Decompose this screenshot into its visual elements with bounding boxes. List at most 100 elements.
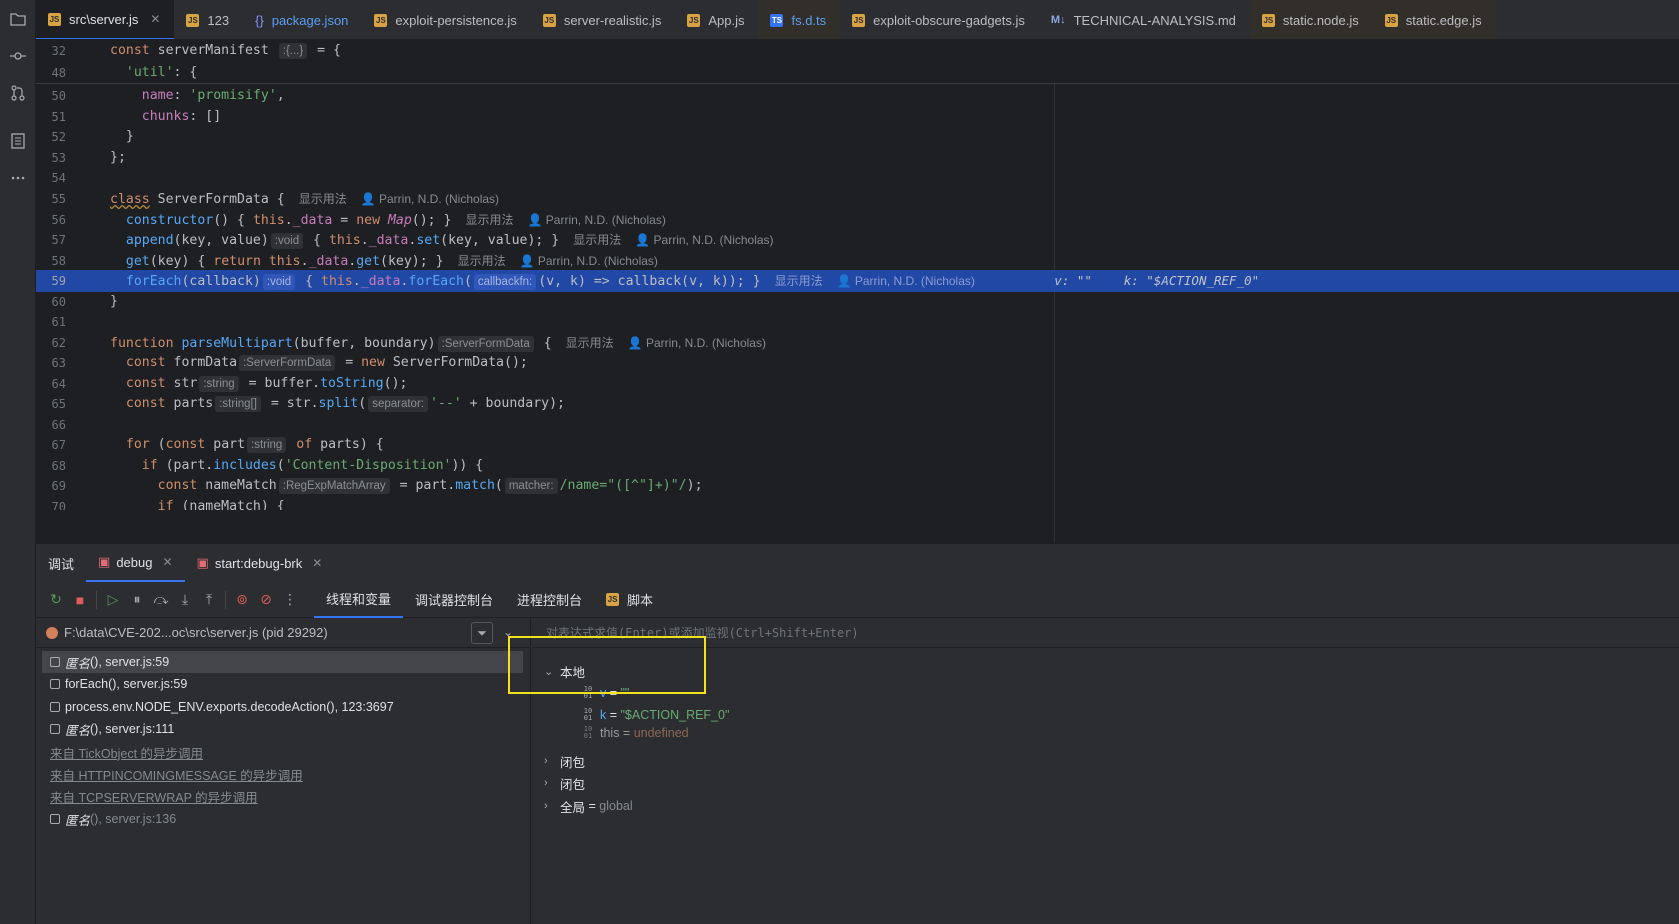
step-out-icon[interactable]: ⤒ [197,588,221,612]
author-lens[interactable]: 👤 Parrin, N.D. (Nicholas) [520,254,658,268]
stop-icon[interactable]: ■ [68,588,92,612]
tab-start-debug-brk[interactable]: ▣ start:debug-brk ✕ [185,544,335,582]
frame-location: (), server.js:59 [108,677,188,691]
resume-icon[interactable]: ▷ [101,588,125,612]
filter-icon[interactable]: ⏷ [471,622,493,644]
tab-package-json[interactable]: {} package.json [243,0,362,39]
tab-exploit-obscure-gadgets[interactable]: JS exploit-obscure-gadgets.js [840,0,1039,39]
code-line[interactable]: 54 [36,167,1679,189]
tab-debug-session[interactable]: ▣ debug ✕ [86,544,185,582]
code-token: { [305,233,329,248]
markdown-file-icon: M↓ [1050,13,1066,26]
stack-frame[interactable]: 匿名 (), server.js:111 [42,718,523,740]
code-line[interactable]: 67 for (const part:string of parts) { [36,434,1679,456]
code-line[interactable]: 68 if (part.includes('Content-Dispositio… [36,455,1679,477]
tab-exploit-persistence[interactable]: JS exploit-persistence.js [362,0,530,39]
tab-scripts[interactable]: JS 脚本 [594,582,665,618]
mute-breakpoints-icon[interactable]: ⊘ [254,588,278,612]
tab-static-node[interactable]: JS static.node.js [1249,0,1373,39]
code-line[interactable]: 60} [36,291,1679,313]
stack-frame[interactable]: 匿名 (), server.js:59 [42,651,523,673]
code-line[interactable]: 51 chunks: [] [36,106,1679,128]
tab-process-console[interactable]: 进程控制台 [505,582,594,618]
author-lens[interactable]: 👤 Parrin, N.D. (Nicholas) [361,192,499,206]
chevron-right-icon[interactable]: › [544,800,560,812]
tab-server-realistic[interactable]: JS server-realistic.js [531,0,676,39]
tab-server-js[interactable]: JS src\server.js ✕ [36,0,175,39]
close-icon[interactable]: ✕ [150,12,160,26]
usages-lens[interactable]: 显示用法 [299,192,347,206]
author-lens[interactable]: 👤 Parrin, N.D. (Nicholas) [635,233,773,247]
tab-static-edge[interactable]: JS static.edge.js [1372,0,1496,39]
author-lens[interactable]: 👤 Parrin, N.D. (Nicholas) [528,213,666,227]
code-line[interactable]: 61 [36,311,1679,333]
code-line[interactable]: 48 'util': { [36,62,1679,84]
more-icon[interactable] [0,163,36,193]
code-line[interactable]: 66 [36,414,1679,436]
code-line[interactable]: 56 constructor() { this._data = new Map(… [36,209,1679,231]
async-frame-separator[interactable]: 来自 HTTPINCOMINGMESSAGE 的异步调用 [42,763,523,785]
pull-request-icon[interactable] [0,78,36,108]
usages-lens[interactable]: 显示用法 [775,274,823,288]
tab-fs-d-ts[interactable]: TS fs.d.ts [758,0,841,39]
variable-scope-closure[interactable]: › 闭包 [544,750,585,772]
code-editor[interactable]: 32 const serverManifest :{...} = { 48 'ut… [36,40,1679,543]
js-file-icon: JS [852,13,866,27]
usages-lens[interactable]: 显示用法 [573,233,621,247]
author-lens[interactable]: 👤 Parrin, N.D. (Nicholas) [628,336,766,350]
view-breakpoints-icon[interactable]: ⊚ [230,588,254,612]
code-line[interactable]: 58 get(key) { return this._data.get(key)… [36,250,1679,272]
folder-icon[interactable] [0,4,36,34]
code-line[interactable]: 55 class ServerFormData {显示用法 👤 Parrin, N.… [36,188,1679,210]
code-line[interactable]: 70 if (nameMatch) { [36,496,1679,510]
code-line[interactable]: 32 const serverManifest :{...} = { [36,40,1679,62]
sticky-scroll-header[interactable]: 32 const serverManifest :{...} = { 48 'ut… [36,40,1679,84]
more-options-icon[interactable]: ⋮ [278,588,302,612]
variable-row[interactable]: 10 01 this = undefined [580,726,689,740]
code-line[interactable]: 52 } [36,126,1679,148]
step-over-icon[interactable]: ⤼ [149,588,173,612]
structure-icon[interactable] [0,126,36,156]
code-token: (key, value); } [440,233,560,248]
code-line[interactable]: 65 const parts:string[] = str.split(sepa… [36,393,1679,415]
code-line[interactable]: 64 const str:string = buffer.toString(); [36,373,1679,395]
code-token: ServerFormData [157,192,269,207]
tab-123[interactable]: JS 123 [174,0,243,39]
variable-value: "$ACTION_REF_0" [620,708,730,722]
code-line[interactable]: 62 function parseMultipart(buffer, bounda… [36,332,1679,354]
code-line[interactable]: 69 const nameMatch:RegExpMatchArray = pa… [36,475,1679,497]
usages-lens[interactable]: 显示用法 [466,213,514,227]
rerun-icon[interactable]: ↻ [44,588,68,612]
tab-threads-variables[interactable]: 线程和变量 [314,582,404,618]
step-into-icon[interactable]: ⤓ [173,588,197,612]
stack-frame[interactable]: 匿名 (), server.js:136 [42,808,523,830]
tab-debugger-console[interactable]: 调试器控制台 [403,582,505,618]
process-selector[interactable]: F:\data\CVE-202...oc\src\server.js (pid … [36,618,531,648]
code-token: part [205,437,246,452]
author-lens[interactable]: 👤 Parrin, N.D. (Nicholas) [837,274,975,288]
async-frame-separator[interactable]: 来自 TCPSERVERWRAP 的异步调用 [42,785,523,807]
variable-row[interactable]: 10 01 k = "$ACTION_REF_0" [580,704,730,726]
close-icon[interactable]: ✕ [162,555,172,569]
code-line[interactable]: 57 append(key, value):void { this._data.… [36,229,1679,251]
stack-frame[interactable]: process.env.NODE_ENV.exports.decodeActio… [42,696,523,718]
chevron-right-icon[interactable]: › [544,755,560,767]
close-icon[interactable]: ✕ [312,556,322,570]
tab-technical-analysis[interactable]: M↓ TECHNICAL-ANALYSIS.md [1039,0,1250,39]
tab-app-js[interactable]: JS App.js [675,0,758,39]
commit-icon[interactable] [0,41,36,71]
tab-debug-title[interactable]: 调试 [36,544,86,582]
chevron-right-icon[interactable]: › [544,777,560,789]
usages-lens[interactable]: 显示用法 [566,336,614,350]
variable-scope-global[interactable]: › 全局 = global [544,795,633,817]
code-token: }; [110,150,126,165]
code-line[interactable]: 63 const formData:ServerFormData = new S… [36,352,1679,374]
code-line[interactable]: 53}; [36,147,1679,169]
async-frame-separator[interactable]: 来自 TickObject 的异步调用 [42,741,523,763]
variable-scope-closure[interactable]: › 闭包 [544,772,585,794]
usages-lens[interactable]: 显示用法 [458,254,506,268]
stack-frame[interactable]: forEach (), server.js:59 [42,673,523,695]
current-execution-line[interactable]: 59 forEach(callback):void { this._data.f… [36,270,1679,292]
code-line[interactable]: 50 name: 'promisify', [36,85,1679,107]
pause-icon[interactable]: ⏸ [125,588,149,612]
